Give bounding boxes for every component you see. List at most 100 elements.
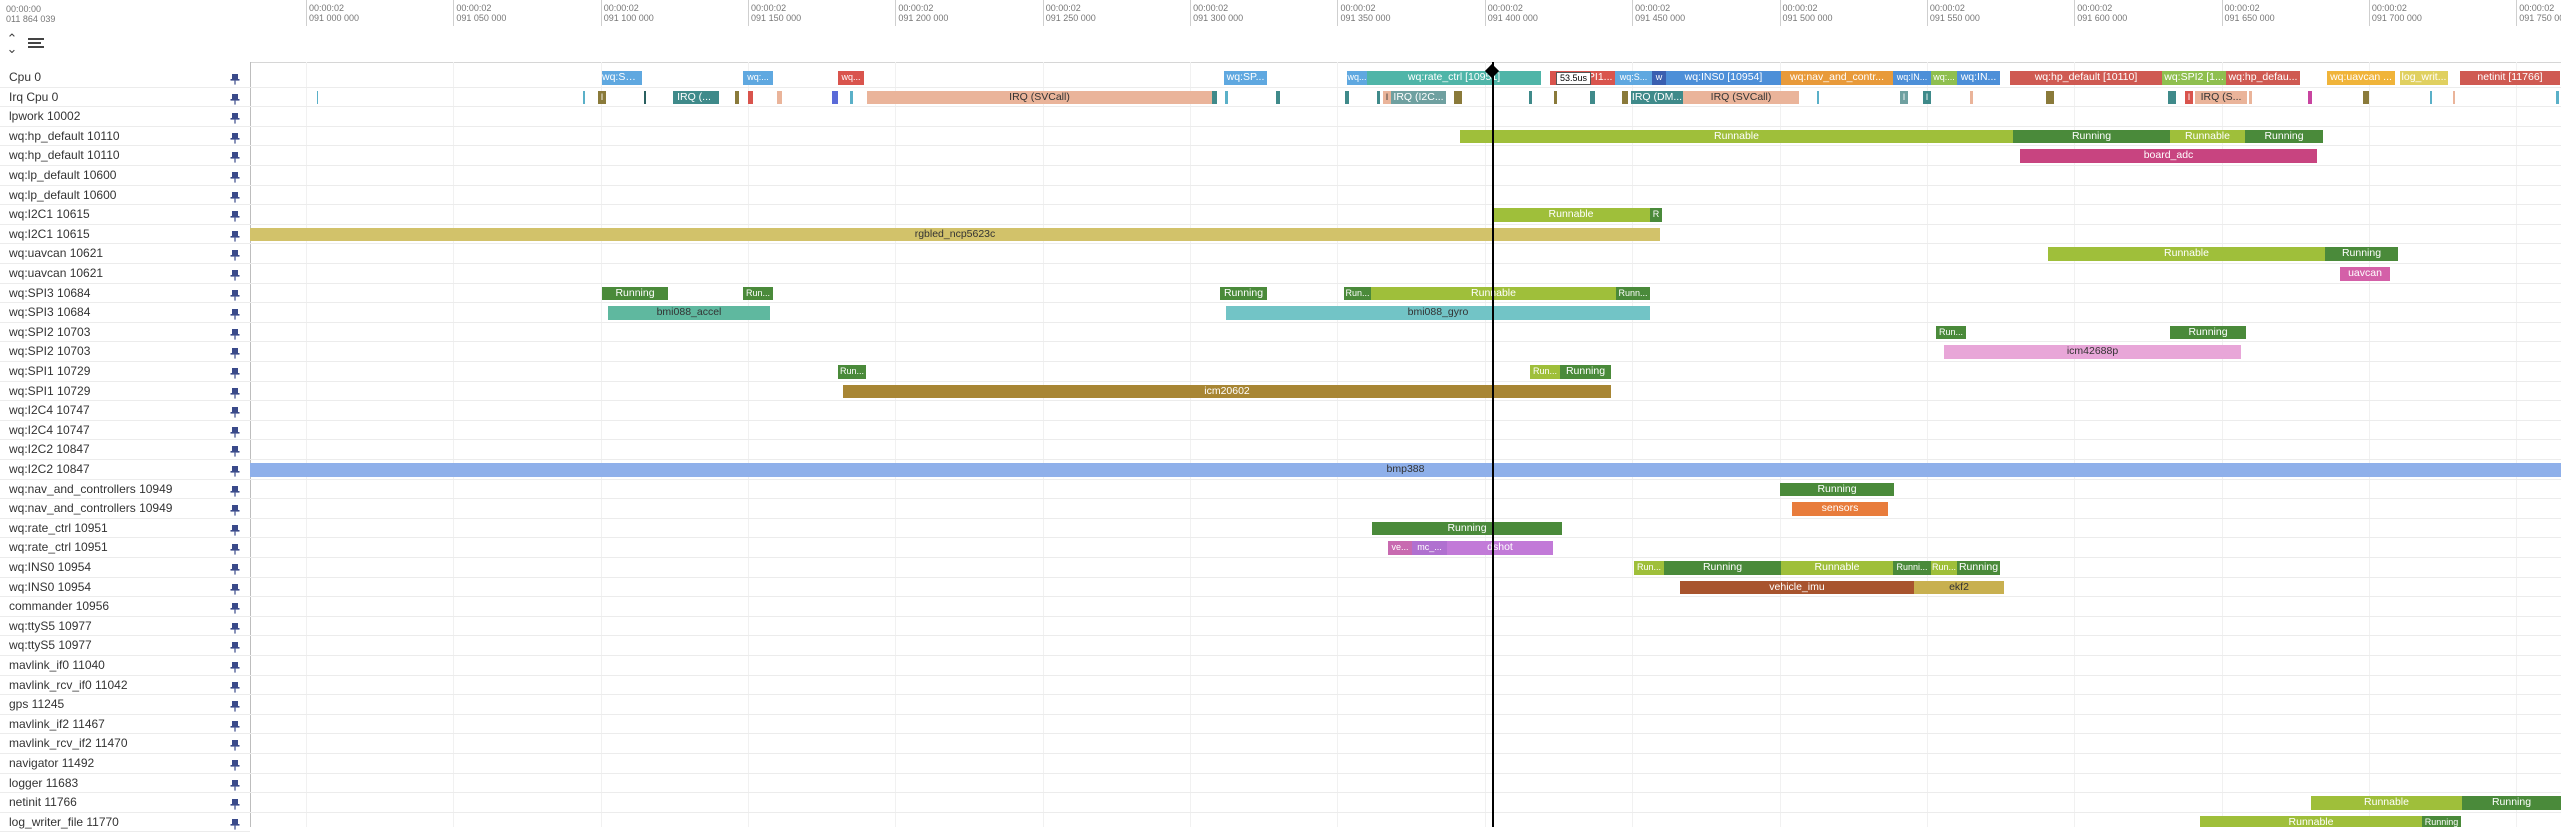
trace-slice[interactable]: I <box>1900 90 1908 105</box>
menu-icon[interactable] <box>28 36 44 50</box>
timeline-panel[interactable]: wq:SPI3 [...wq:...wq...wq:SP...wq...wq:r… <box>250 62 2561 827</box>
trace-slice[interactable]: Running <box>1560 365 1611 379</box>
trace-slice[interactable]: bmi088_accel <box>608 306 770 320</box>
trace-slice[interactable]: Run... <box>838 365 866 379</box>
trace-slice[interactable]: bmi088_gyro <box>1226 306 1650 320</box>
track-label[interactable]: wq:ttyS5 10977 <box>0 636 250 656</box>
trace-slice[interactable]: Running <box>1372 521 1562 536</box>
trace-slice[interactable]: wq:nav_and_contr... <box>1781 71 1893 85</box>
trace-slice[interactable]: dshot <box>1447 541 1553 555</box>
slice-marker[interactable] <box>644 90 646 105</box>
pin-icon[interactable] <box>229 425 241 438</box>
pin-icon[interactable] <box>229 738 241 751</box>
slice-marker[interactable] <box>1276 90 1280 105</box>
trace-slice[interactable]: IRQ (SVCall) <box>1683 90 1799 105</box>
trace-slice[interactable]: I <box>1923 90 1931 105</box>
pin-icon[interactable] <box>229 346 241 359</box>
pin-icon[interactable] <box>229 72 241 85</box>
trace-slice[interactable]: wq:IN... <box>1893 71 1931 85</box>
pin-icon[interactable] <box>229 523 241 536</box>
track-label[interactable]: wq:hp_default 10110 <box>0 146 250 166</box>
trace-slice[interactable]: Run... <box>1936 325 1966 340</box>
trace-slice[interactable]: Running <box>2462 796 2561 810</box>
slice-marker[interactable] <box>1529 90 1532 105</box>
pin-icon[interactable] <box>229 92 241 105</box>
trace-slice[interactable]: wq:SPI2 [1... <box>2162 71 2226 85</box>
pin-icon[interactable] <box>229 386 241 399</box>
track-label[interactable]: wq:I2C1 10615 <box>0 205 250 225</box>
trace-slice[interactable]: Run... <box>1530 365 1560 379</box>
pin-icon[interactable] <box>229 484 241 497</box>
slice-marker[interactable] <box>1817 90 1819 105</box>
pin-icon[interactable] <box>229 582 241 595</box>
slice-marker[interactable] <box>2363 90 2369 105</box>
pin-icon[interactable] <box>229 268 241 281</box>
trace-slice[interactable]: Runnable <box>1492 208 1650 222</box>
trace-slice[interactable]: icm42688p <box>1944 345 2241 359</box>
pin-icon[interactable] <box>229 621 241 634</box>
trace-slice[interactable]: Running <box>602 286 668 301</box>
trace-slice[interactable]: sensors <box>1792 502 1888 516</box>
trace-slice[interactable]: Running <box>1220 286 1267 301</box>
slice-marker[interactable] <box>735 90 739 105</box>
trace-slice[interactable]: wq:IN... <box>1957 71 2000 85</box>
trace-slice[interactable]: I <box>598 90 606 105</box>
trace-slice[interactable]: Running <box>1957 561 2000 575</box>
trace-slice[interactable] <box>1622 90 1628 105</box>
trace-slice[interactable]: Running <box>1780 482 1894 497</box>
trace-slice[interactable]: Runnable <box>2048 247 2325 261</box>
trace-slice[interactable]: Runni... <box>1893 561 1931 575</box>
trace-slice[interactable]: IRQ (... <box>673 90 715 105</box>
trace-slice[interactable]: bmp388 <box>250 463 2561 477</box>
track-label[interactable]: wq:I2C2 10847 <box>0 460 250 480</box>
track-label[interactable]: wq:SPI1 10729 <box>0 382 250 402</box>
trace-slice[interactable]: wq:hp_defau... <box>2226 71 2300 85</box>
pin-icon[interactable] <box>229 778 241 791</box>
track-label[interactable]: wq:nav_and_controllers 10949 <box>0 480 250 500</box>
trace-slice[interactable]: ve... <box>1388 541 1412 555</box>
time-ruler[interactable]: 00:00:00 011 864 039 ⌃ ⌄ 00:00:02 091 000 … <box>0 0 2561 63</box>
slice-marker[interactable] <box>2556 90 2559 105</box>
pin-icon[interactable] <box>229 248 241 261</box>
track-label[interactable]: wq:SPI3 10684 <box>0 303 250 323</box>
track-label[interactable]: wq:rate_ctrl 10951 <box>0 538 250 558</box>
trace-slice[interactable]: wq:INS0 [10954] <box>1666 71 1781 85</box>
pin-icon[interactable] <box>229 288 241 301</box>
pin-icon[interactable] <box>229 660 241 673</box>
trace-slice[interactable]: Run... <box>1931 561 1957 575</box>
track-label[interactable]: wq:ttyS5 10977 <box>0 617 250 637</box>
trace-slice[interactable]: wq:S... <box>1615 71 1652 85</box>
trace-slice[interactable]: icm20602 <box>843 384 1611 399</box>
trace-slice[interactable] <box>1590 90 1595 105</box>
slice-marker[interactable] <box>2308 90 2312 105</box>
pin-icon[interactable] <box>229 327 241 340</box>
track-label[interactable]: navigator 11492 <box>0 754 250 774</box>
pin-icon[interactable] <box>229 640 241 653</box>
track-label[interactable]: wq:SPI2 10703 <box>0 342 250 362</box>
trace-slice[interactable]: I <box>2185 90 2193 105</box>
track-label[interactable]: wq:I2C4 10747 <box>0 421 250 441</box>
slice-marker[interactable] <box>1454 90 1462 105</box>
pin-icon[interactable] <box>229 229 241 242</box>
pin-icon[interactable] <box>229 366 241 379</box>
track-label[interactable]: wq:I2C2 10847 <box>0 440 250 460</box>
pin-icon[interactable] <box>229 190 241 203</box>
trace-slice[interactable]: wq:... <box>743 71 773 85</box>
trace-slice[interactable]: ekf2 <box>1914 580 2004 595</box>
track-label[interactable]: wq:lp_default 10600 <box>0 166 250 186</box>
trace-slice[interactable]: Running <box>2325 247 2398 261</box>
track-label[interactable]: lpwork 10002 <box>0 107 250 127</box>
track-label[interactable]: gps 11245 <box>0 695 250 715</box>
track-label[interactable]: netinit 11766 <box>0 793 250 813</box>
trace-slice[interactable]: Run... <box>1344 286 1371 301</box>
pin-icon[interactable] <box>229 150 241 163</box>
trace-slice[interactable]: Runnable <box>1460 129 2013 144</box>
trace-slice[interactable]: Runnable <box>2311 796 2462 810</box>
track-label[interactable]: wq:INS0 10954 <box>0 558 250 578</box>
expand-collapse-icon[interactable]: ⌃ ⌄ <box>4 32 20 56</box>
trace-slice[interactable]: Runnable <box>1781 561 1893 575</box>
trace-slice[interactable]: IRQ (S... <box>2195 90 2247 105</box>
trace-slice[interactable]: Runnable <box>2170 129 2245 144</box>
track-label[interactable]: wq:SPI1 10729 <box>0 362 250 382</box>
pin-icon[interactable] <box>229 562 241 575</box>
